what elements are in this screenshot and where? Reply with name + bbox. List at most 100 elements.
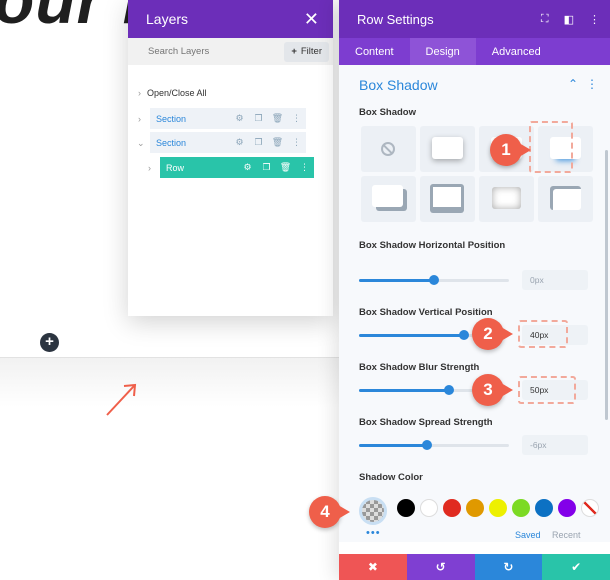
horizontal-position-label: Box Shadow Horizontal Position bbox=[359, 240, 506, 251]
duplicate-icon[interactable]: ❐ bbox=[249, 137, 268, 148]
slider-knob[interactable] bbox=[444, 385, 454, 395]
scrollbar[interactable] bbox=[605, 150, 608, 420]
filter-button[interactable]: + Filter bbox=[284, 41, 329, 62]
box-shadow-group-title[interactable]: Box Shadow bbox=[359, 77, 438, 93]
arrow-annotation bbox=[106, 383, 137, 416]
tab-design[interactable]: Design bbox=[409, 38, 476, 65]
canvas-section-band bbox=[0, 357, 340, 407]
shadow-preset-7[interactable] bbox=[479, 176, 534, 222]
vertical-input-highlight bbox=[518, 320, 568, 348]
header-icons: ⛶ ◧ ⋮ bbox=[541, 13, 600, 26]
layer-item-row[interactable]: Row ⚙ ❐ 🗑 ⋮ bbox=[160, 157, 314, 178]
annotation-marker-1: 1 bbox=[490, 134, 531, 166]
color-swatch[interactable] bbox=[512, 499, 530, 517]
color-swatch[interactable] bbox=[535, 499, 553, 517]
search-layers-input[interactable] bbox=[148, 46, 268, 57]
open-close-all[interactable]: › Open/Close All bbox=[138, 88, 207, 98]
layers-search-row: + Filter bbox=[128, 38, 333, 65]
chevron-right-icon[interactable]: › bbox=[138, 114, 141, 124]
annotation-marker-4: 4 bbox=[309, 496, 350, 528]
recent-tab[interactable]: Recent bbox=[552, 530, 581, 540]
sidebar-icon[interactable]: ◧ bbox=[564, 13, 574, 26]
shadow-preset-2[interactable] bbox=[420, 126, 475, 172]
color-swatch[interactable] bbox=[420, 499, 438, 517]
shadow-preset-6[interactable] bbox=[420, 176, 475, 222]
spread-strength-slider[interactable] bbox=[359, 440, 509, 450]
horizontal-position-input[interactable]: 0px bbox=[522, 270, 588, 290]
layer-label: Section bbox=[156, 113, 187, 124]
plus-icon: + bbox=[291, 46, 297, 57]
settings-title: Row Settings bbox=[357, 11, 434, 27]
blur-strength-label: Box Shadow Blur Strength bbox=[359, 362, 480, 373]
spread-strength-label: Box Shadow Spread Strength bbox=[359, 417, 493, 428]
chevron-right-icon: › bbox=[138, 88, 141, 98]
cancel-button[interactable]: ✖ bbox=[339, 554, 407, 580]
spread-strength-input[interactable]: -6px bbox=[522, 435, 588, 455]
selected-preset-highlight bbox=[529, 121, 573, 173]
filter-label: Filter bbox=[300, 46, 322, 57]
shadow-preset-5[interactable] bbox=[361, 176, 416, 222]
tab-content[interactable]: Content bbox=[339, 38, 410, 65]
horizontal-position-slider[interactable] bbox=[359, 275, 509, 285]
color-swatch[interactable] bbox=[397, 499, 415, 517]
settings-footer: ✖ ↺ ↻ ✔ bbox=[339, 554, 610, 580]
layers-title: Layers bbox=[146, 11, 189, 27]
vertical-position-label: Box Shadow Vertical Position bbox=[359, 307, 493, 318]
trash-icon[interactable]: 🗑 bbox=[276, 162, 295, 173]
slider-knob[interactable] bbox=[459, 330, 469, 340]
more-colors[interactable]: ••• bbox=[366, 527, 381, 539]
chevron-up-icon[interactable]: ⌃ bbox=[568, 77, 578, 91]
slider-knob[interactable] bbox=[421, 440, 432, 450]
shadow-preset-none[interactable] bbox=[361, 126, 416, 172]
color-swatch[interactable] bbox=[489, 499, 507, 517]
color-swatch[interactable] bbox=[558, 499, 576, 517]
gear-icon[interactable]: ⚙ bbox=[230, 137, 249, 148]
chevron-down-icon[interactable]: ⌄ bbox=[137, 138, 145, 149]
open-close-label: Open/Close All bbox=[147, 88, 207, 98]
layer-label: Section bbox=[156, 137, 187, 148]
save-button[interactable]: ✔ bbox=[542, 554, 610, 580]
layers-panel: Layers ✕ + Filter › Open/Close All › Sec… bbox=[128, 0, 333, 316]
undo-button[interactable]: ↺ bbox=[406, 554, 475, 580]
layer-label: Row bbox=[166, 162, 185, 173]
group-controls: ⌃ ⋮ bbox=[568, 77, 598, 91]
settings-tabs: Content Design Advanced bbox=[339, 38, 610, 65]
layer-item-section[interactable]: Section ⚙ ❐ 🗑 ⋮ bbox=[150, 132, 306, 153]
chevron-right-icon[interactable]: › bbox=[148, 163, 151, 173]
redo-button[interactable]: ↻ bbox=[474, 554, 543, 580]
shadow-preset-8[interactable] bbox=[538, 176, 593, 222]
color-picker-swatch[interactable] bbox=[359, 497, 387, 525]
expand-icon[interactable]: ⛶ bbox=[541, 13, 549, 26]
annotation-marker-3: 3 bbox=[472, 374, 513, 406]
canvas-divider bbox=[0, 357, 340, 358]
blur-input-highlight bbox=[518, 376, 576, 404]
screen: our R + Layers ✕ + Filter › Open/Close A… bbox=[0, 0, 610, 580]
no-shadow-icon bbox=[381, 142, 395, 156]
color-palette bbox=[397, 499, 599, 517]
more-vertical-icon[interactable]: ⋮ bbox=[287, 137, 306, 148]
more-vertical-icon[interactable]: ⋮ bbox=[287, 113, 306, 124]
color-swatch[interactable] bbox=[443, 499, 461, 517]
duplicate-icon[interactable]: ❐ bbox=[257, 162, 276, 173]
duplicate-icon[interactable]: ❐ bbox=[249, 113, 268, 124]
settings-header: Row Settings ⛶ ◧ ⋮ bbox=[339, 0, 610, 38]
layers-header: Layers ✕ bbox=[128, 0, 333, 38]
gear-icon[interactable]: ⚙ bbox=[230, 113, 249, 124]
more-vertical-icon[interactable]: ⋮ bbox=[295, 162, 314, 173]
plus-circle-icon[interactable]: + bbox=[40, 333, 59, 352]
shadow-color-label: Shadow Color bbox=[359, 472, 423, 483]
layer-item-section[interactable]: Section ⚙ ❐ 🗑 ⋮ bbox=[150, 108, 306, 129]
trash-icon[interactable]: 🗑 bbox=[268, 113, 287, 124]
saved-tab[interactable]: Saved bbox=[515, 530, 541, 540]
tab-advanced[interactable]: Advanced bbox=[476, 38, 557, 65]
slider-knob[interactable] bbox=[429, 275, 439, 285]
more-vertical-icon[interactable]: ⋮ bbox=[586, 77, 598, 91]
box-shadow-label: Box Shadow bbox=[359, 107, 417, 118]
clear-color-icon[interactable] bbox=[581, 499, 599, 517]
close-icon[interactable]: ✕ bbox=[304, 10, 319, 28]
color-swatch[interactable] bbox=[466, 499, 484, 517]
trash-icon[interactable]: 🗑 bbox=[268, 137, 287, 148]
annotation-marker-2: 2 bbox=[472, 318, 513, 350]
gear-icon[interactable]: ⚙ bbox=[238, 162, 257, 173]
more-vertical-icon[interactable]: ⋮ bbox=[589, 13, 600, 26]
